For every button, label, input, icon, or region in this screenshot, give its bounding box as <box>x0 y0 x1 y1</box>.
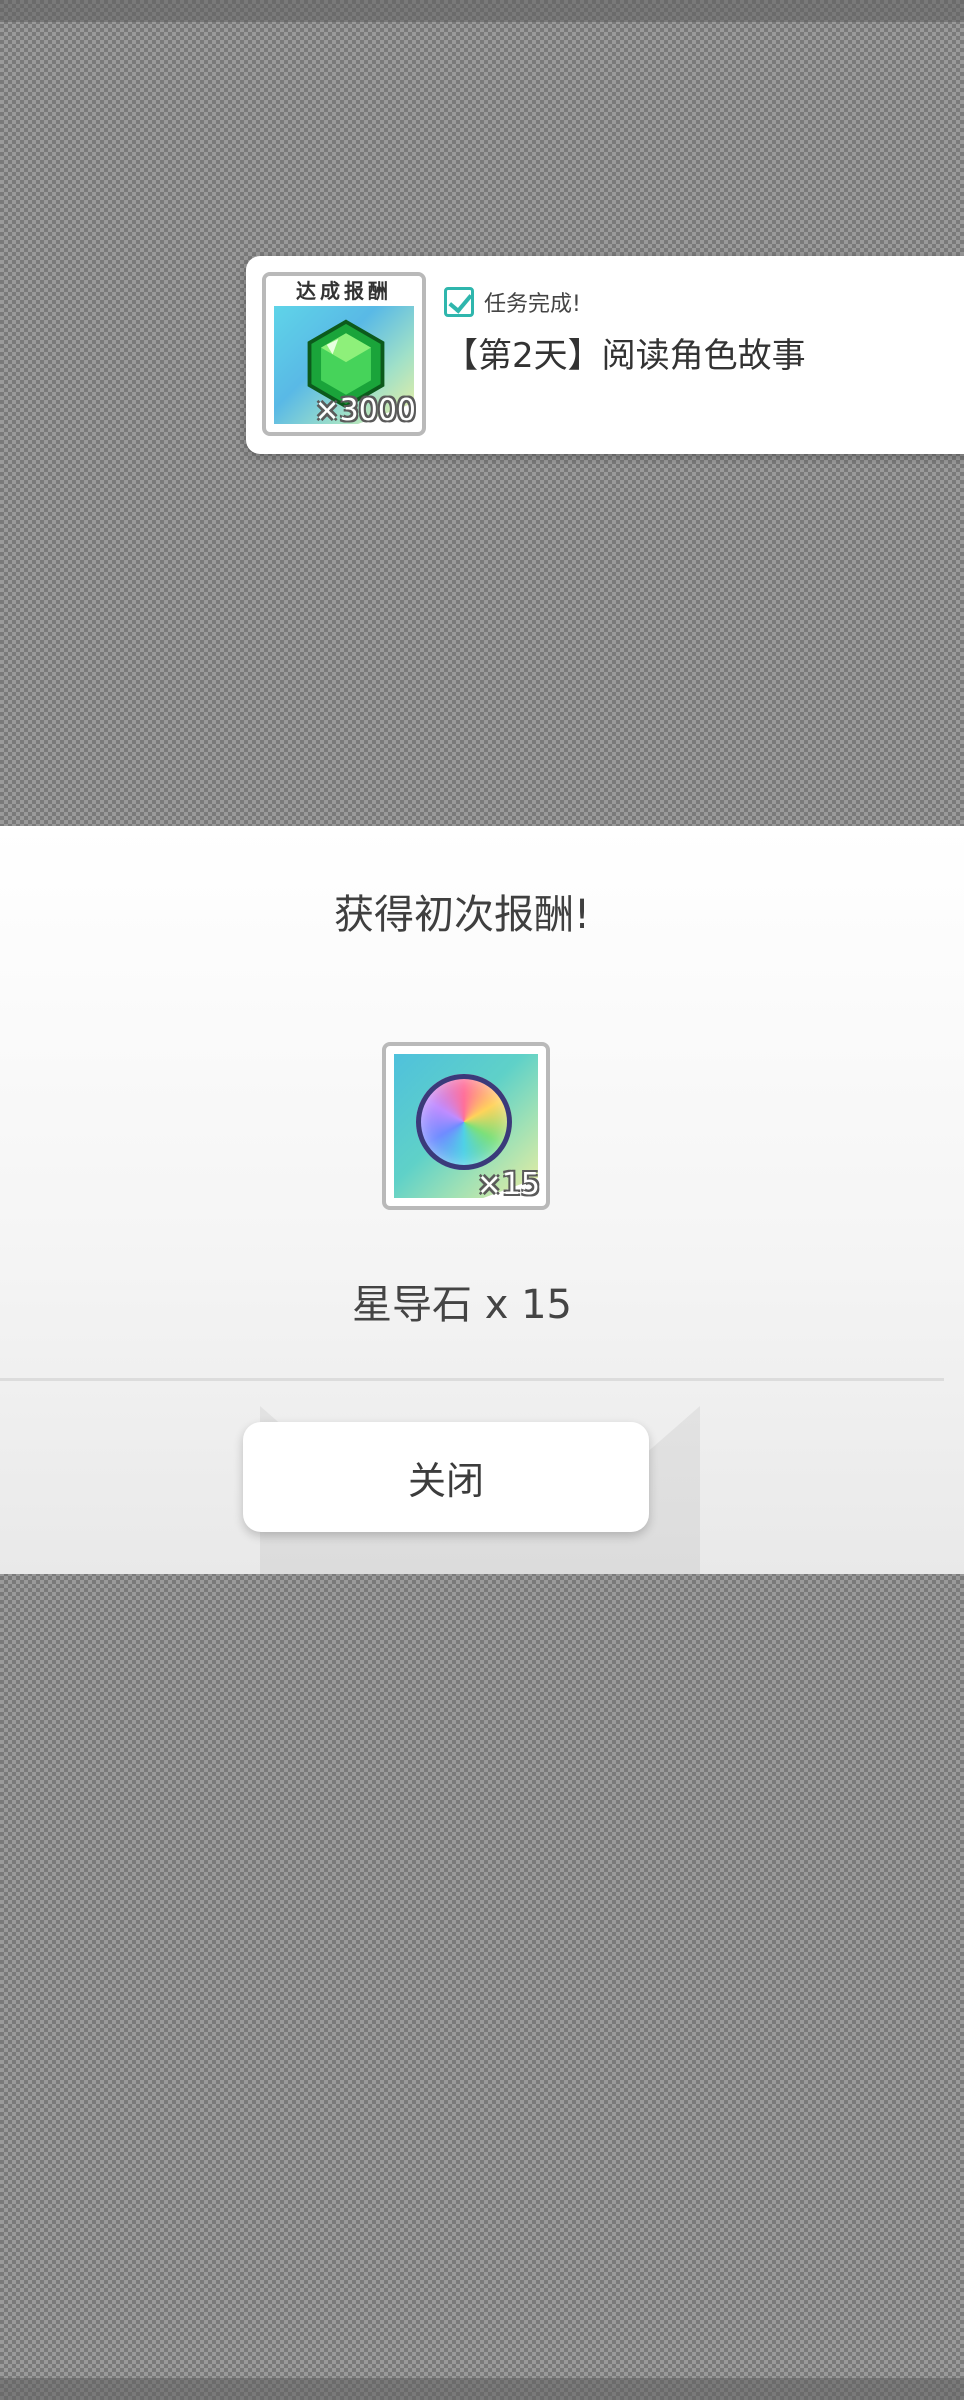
navigation-bar <box>0 2378 964 2400</box>
mission-status: 任务完成! <box>444 286 581 318</box>
first-reward-dialog: 获得初次报酬! ×15 星导石 x 15 关闭 <box>0 826 964 1574</box>
reward-item-card: 达成报酬 ×3000 <box>262 272 426 436</box>
checkbox-checked-icon <box>444 287 474 317</box>
reward-badge: 达成报酬 <box>266 276 422 306</box>
mission-title: 【第2天】阅读角色故事 <box>444 336 806 376</box>
rainbow-orb-icon <box>416 1074 512 1170</box>
status-label: 任务完成! <box>484 292 581 317</box>
dialog-title: 获得初次报酬! <box>333 892 591 938</box>
reward-name: 星导石 x 15 <box>352 1282 572 1328</box>
close-button[interactable]: 关闭 <box>243 1422 649 1532</box>
reward-quantity: ×3000 <box>314 393 416 428</box>
status-bar <box>0 0 964 22</box>
reward-item-card: ×15 <box>382 1042 550 1210</box>
mission-complete-toast: 达成报酬 ×3000 任务完成! 【第2天】阅读角色故事 <box>246 256 964 454</box>
game-screen: 达成报酬 ×3000 任务完成! 【第2天】阅读角色故事 获得初次报酬! ×15… <box>0 0 964 2400</box>
reward-quantity: ×15 <box>476 1167 540 1202</box>
divider <box>0 1378 944 1381</box>
